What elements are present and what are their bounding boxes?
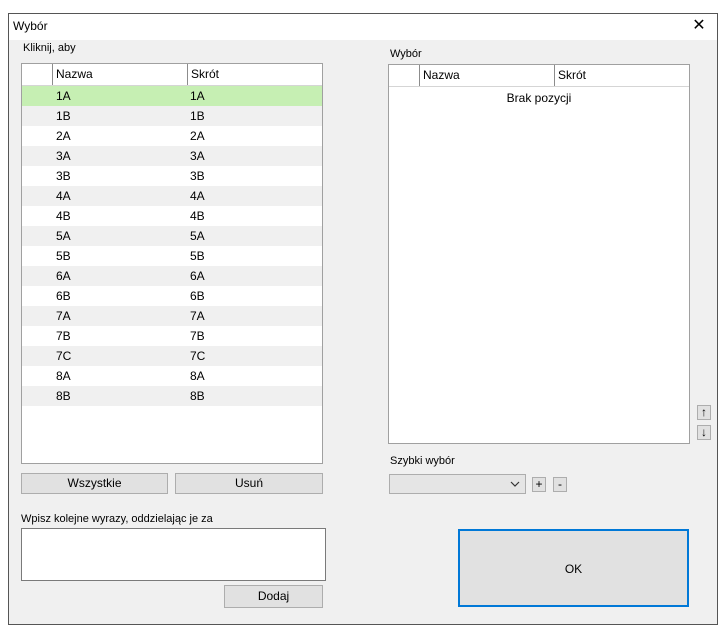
list-item-abbrev: 8A — [190, 369, 205, 383]
quick-select-label: Szybki wybór — [390, 455, 455, 467]
list-item-abbrev: 7C — [190, 349, 206, 363]
add-button[interactable]: Dodaj — [224, 585, 323, 608]
quick-select-dropdown[interactable] — [389, 474, 526, 494]
list-item[interactable]: 4B 4B — [22, 206, 322, 226]
arrow-down-icon: ↓ — [701, 425, 707, 439]
list-item-name: 8B — [56, 389, 71, 403]
column-header-skrot[interactable]: Skrót — [187, 64, 322, 85]
window-title: Wybór — [13, 19, 48, 33]
empty-list-message: Brak pozycji — [506, 91, 572, 105]
list-item[interactable]: 8B 8B — [22, 386, 322, 406]
column-header-nazwa[interactable]: Nazwa — [419, 65, 554, 86]
list-item[interactable]: 4A 4A — [22, 186, 322, 206]
list-item-name: 3A — [56, 149, 71, 163]
list-item-abbrev: 4B — [190, 209, 205, 223]
list-item-abbrev: 6B — [190, 289, 205, 303]
list-item-name: 4A — [56, 189, 71, 203]
list-item[interactable]: 5B 5B — [22, 246, 322, 266]
list-item[interactable]: 6B 6B — [22, 286, 322, 306]
entry-label: Wpisz kolejne wyrazy, oddzielając je za — [21, 513, 213, 525]
list-item-name: 5B — [56, 249, 71, 263]
column-header-nazwa[interactable]: Nazwa — [52, 64, 187, 85]
list-item-abbrev: 3B — [190, 169, 205, 183]
ok-button[interactable]: OK — [458, 529, 689, 607]
list-item-abbrev: 7A — [190, 309, 205, 323]
list-item[interactable]: 2A 2A — [22, 126, 322, 146]
list-item-abbrev: 1B — [190, 109, 205, 123]
close-icon[interactable]: ✕ — [687, 15, 711, 37]
list-item-name: 6B — [56, 289, 71, 303]
available-list-header: Nazwa Skrót — [22, 64, 322, 86]
list-item-name: 2A — [56, 129, 71, 143]
words-input[interactable] — [21, 528, 326, 581]
list-item[interactable]: 1B 1B — [22, 106, 322, 126]
list-item-abbrev: 5B — [190, 249, 205, 263]
list-item-name: 4B — [56, 209, 71, 223]
list-item-name: 6A — [56, 269, 71, 283]
arrow-up-icon: ↑ — [701, 405, 707, 419]
move-down-button[interactable]: ↓ — [697, 425, 711, 440]
list-item[interactable]: 7A 7A — [22, 306, 322, 326]
quick-add-button[interactable]: + — [532, 477, 546, 492]
column-header-skrot[interactable]: Skrót — [554, 65, 689, 86]
list-item[interactable]: 6A 6A — [22, 266, 322, 286]
list-item-abbrev: 5A — [190, 229, 205, 243]
list-item-name: 1A — [56, 89, 71, 103]
list-item-abbrev: 3A — [190, 149, 205, 163]
dialog-window: Wybór ✕ Kliknij, aby Nazwa Skrót 1A 1A 1B 1… — [8, 13, 718, 625]
left-list-label: Kliknij, aby — [23, 42, 76, 54]
title-bar: Wybór ✕ — [9, 14, 717, 40]
list-item-abbrev: 1A — [190, 89, 205, 103]
list-item[interactable]: 3A 3A — [22, 146, 322, 166]
select-all-button[interactable]: Wszystkie — [21, 473, 168, 494]
list-item-name: 1B — [56, 109, 71, 123]
list-item-abbrev: 4A — [190, 189, 205, 203]
remove-button[interactable]: Usuń — [175, 473, 323, 494]
list-item-name: 7A — [56, 309, 71, 323]
list-item-abbrev: 7B — [190, 329, 205, 343]
list-item-name: 7C — [56, 349, 72, 363]
chevron-down-icon — [510, 481, 520, 487]
list-item[interactable]: 3B 3B — [22, 166, 322, 186]
available-list[interactable]: Nazwa Skrót 1A 1A 1B 1B 2A 2A 3A 3A 3B 3B 4A 4A 4B 4B… — [21, 63, 323, 464]
list-item[interactable]: 1A 1A — [22, 86, 322, 106]
selected-list[interactable]: Nazwa Skrót Brak pozycji — [388, 64, 690, 444]
list-item-abbrev: 6A — [190, 269, 205, 283]
list-item-abbrev: 8B — [190, 389, 205, 403]
list-item-name: 5A — [56, 229, 71, 243]
list-item-name: 8A — [56, 369, 71, 383]
list-item-name: 3B — [56, 169, 71, 183]
move-up-button[interactable]: ↑ — [697, 405, 711, 420]
list-item[interactable]: 7B 7B — [22, 326, 322, 346]
list-item[interactable]: 5A 5A — [22, 226, 322, 246]
list-item-name: 7B — [56, 329, 71, 343]
selected-list-header: Nazwa Skrót — [389, 65, 689, 87]
list-item-abbrev: 2A — [190, 129, 205, 143]
right-list-label: Wybór — [390, 48, 422, 60]
quick-remove-button[interactable]: - — [553, 477, 567, 492]
list-item[interactable]: 7C 7C — [22, 346, 322, 366]
list-item[interactable]: 8A 8A — [22, 366, 322, 386]
